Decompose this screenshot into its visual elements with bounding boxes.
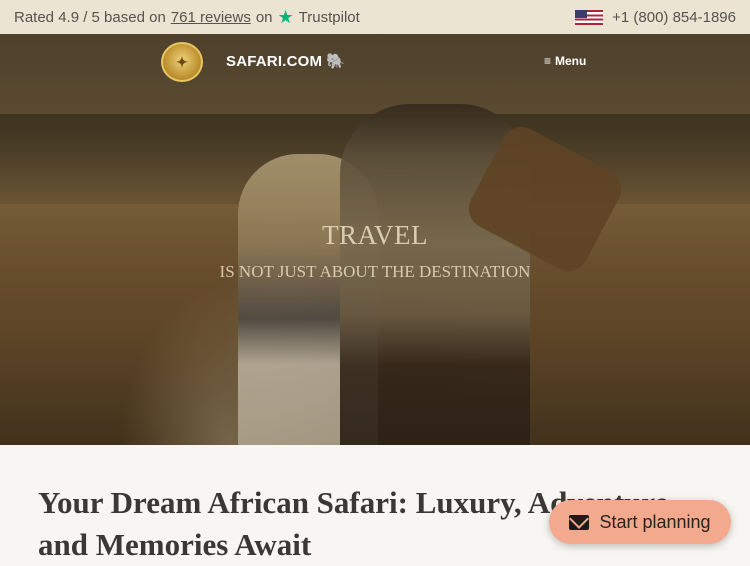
trustpilot-label[interactable]: Trustpilot [299,9,360,26]
trustpilot-star-icon: ★ [277,7,294,27]
phone-contact[interactable]: +1 (800) 854-1896 [575,9,736,26]
award-badge-icon: ✦ [161,42,203,82]
trustpilot-rating: Rated 4.9 / 5 based on 761 reviews on ★ … [14,8,360,26]
phone-number[interactable]: +1 (800) 854-1896 [612,9,736,26]
us-flag-icon [575,9,604,25]
elephant-icon: 🐘 [326,53,346,70]
start-planning-label: Start planning [599,511,711,532]
start-planning-button[interactable]: Start planning [549,500,731,544]
logo-text[interactable]: SAFARI.COM [226,53,322,70]
hero-banner: ✦ SAFARI.COM 🐘 ≡ Menu TRAVEL IS NOT JUST… [0,34,750,445]
rating-on: on [255,8,273,26]
hero-subtitle: IS NOT JUST ABOUT THE DESTINATION [219,262,531,281]
main-nav: ✦ SAFARI.COM 🐘 ≡ Menu [0,34,750,94]
envelope-icon [569,514,590,530]
rating-prefix: Rated 4.9 / 5 based on [14,8,166,26]
menu-label: Menu [555,54,587,68]
hamburger-icon: ≡ [544,54,552,68]
reviews-link[interactable]: 761 reviews [171,9,251,26]
menu-button[interactable]: ≡ Menu [544,54,586,68]
top-bar: Rated 4.9 / 5 based on 761 reviews on ★ … [0,0,750,34]
hero-title: TRAVEL [321,220,428,250]
site-logo[interactable]: SAFARI.COM 🐘 [226,52,346,71]
